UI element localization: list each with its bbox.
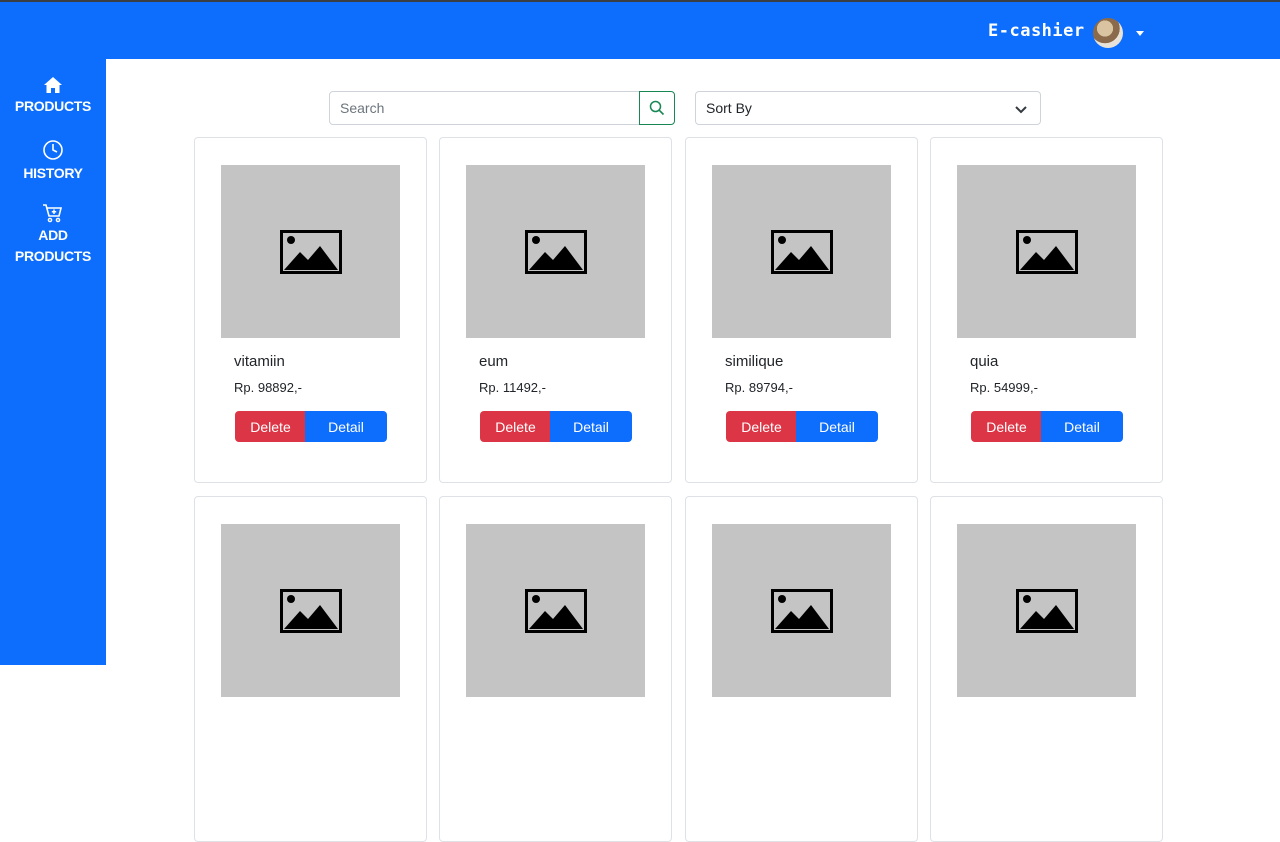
sort-select-label: Sort By [706, 100, 752, 116]
detail-button[interactable]: Detail [1041, 411, 1123, 442]
detail-button[interactable]: Detail [550, 411, 632, 442]
image-icon [1015, 229, 1078, 274]
product-card [685, 496, 918, 842]
product-name: quia [970, 353, 999, 370]
product-card: vitamiin Rp. 98892,- Delete Detail [194, 137, 427, 483]
delete-button[interactable]: Delete [480, 411, 551, 442]
product-image-placeholder [957, 524, 1136, 697]
product-price: Rp. 54999,- [970, 380, 1038, 395]
sidebar-item-label: PRODUCTS [14, 248, 92, 264]
detail-button[interactable]: Detail [796, 411, 878, 442]
chevron-down-icon [1015, 106, 1027, 114]
sort-select[interactable]: Sort By [695, 91, 1041, 125]
sidebar-item-add-products[interactable]: ADD PRODUCTS [0, 203, 106, 267]
caret-down-icon[interactable] [1136, 31, 1144, 36]
product-card [194, 496, 427, 842]
product-card [930, 496, 1163, 842]
product-price: Rp. 89794,- [725, 380, 793, 395]
cart-plus-icon [43, 204, 63, 223]
product-image-placeholder [712, 524, 891, 697]
detail-button[interactable]: Detail [305, 411, 387, 442]
image-icon [279, 229, 342, 274]
sidebar-item-history[interactable]: HISTORY [0, 139, 106, 184]
image-icon [770, 229, 833, 274]
top-navbar: E-cashier [0, 0, 1280, 59]
delete-button[interactable]: Delete [235, 411, 306, 442]
product-card: similique Rp. 89794,- Delete Detail [685, 137, 918, 483]
product-image-placeholder [466, 165, 645, 338]
image-icon [524, 229, 587, 274]
product-card [439, 496, 672, 842]
clock-icon [43, 140, 63, 160]
product-price: Rp. 11492,- [479, 380, 546, 395]
search-icon [649, 100, 665, 116]
image-icon [279, 588, 342, 633]
user-avatar[interactable] [1093, 18, 1123, 48]
search-input[interactable] [329, 91, 641, 125]
product-image-placeholder [221, 524, 400, 697]
product-image-placeholder [221, 165, 400, 338]
delete-button[interactable]: Delete [971, 411, 1042, 442]
product-image-placeholder [466, 524, 645, 697]
product-price: Rp. 98892,- [234, 380, 302, 395]
sidebar: PRODUCTS HISTORY ADD PRODUCTS [0, 59, 106, 665]
search-button[interactable] [639, 91, 675, 125]
image-icon [770, 588, 833, 633]
product-name: eum [479, 353, 509, 370]
sidebar-item-label: ADD [38, 227, 68, 243]
product-name: similique [725, 353, 784, 370]
product-name: vitamiin [234, 353, 285, 370]
product-image-placeholder [712, 165, 891, 338]
product-card: quia Rp. 54999,- Delete Detail [930, 137, 1163, 483]
product-card: eum Rp. 11492,- Delete Detail [439, 137, 672, 483]
brand-title: E-cashier [988, 21, 1085, 41]
sidebar-item-label: HISTORY [23, 165, 83, 181]
product-image-placeholder [957, 165, 1136, 338]
image-icon [1015, 588, 1078, 633]
delete-button[interactable]: Delete [726, 411, 797, 442]
sidebar-item-products[interactable]: PRODUCTS [0, 76, 106, 117]
home-icon [44, 77, 62, 93]
image-icon [524, 588, 587, 633]
sidebar-item-label: PRODUCTS [14, 98, 92, 114]
